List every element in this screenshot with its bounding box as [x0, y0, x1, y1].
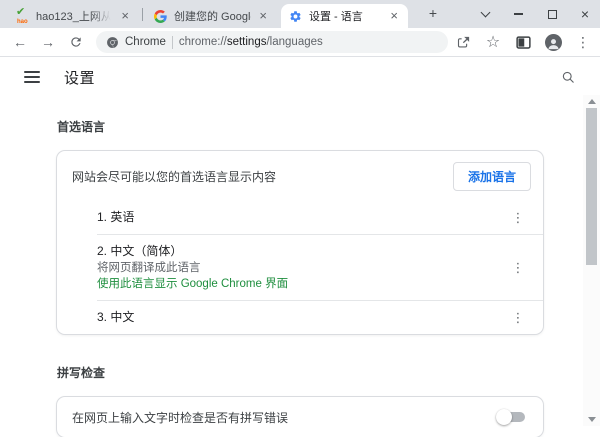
- languages-description: 网站会尽可能以您的首选语言显示内容: [72, 168, 453, 185]
- search-icon[interactable]: [556, 65, 580, 89]
- chrome-logo-icon: [106, 36, 119, 49]
- close-tab-icon[interactable]: ×: [119, 11, 131, 21]
- spellcheck-row: 在网页上输入文字时检查是否有拼写错误: [57, 397, 543, 437]
- translate-note: 将网页翻译成此语言: [97, 260, 509, 276]
- languages-card: 网站会尽可能以您的首选语言显示内容 添加语言 1. 英语 ⋮ 2. 中文（简体）…: [57, 151, 543, 334]
- menu-hamburger-icon[interactable]: [24, 71, 40, 83]
- page-scrollbar: [583, 95, 600, 426]
- scroll-down-arrow-icon[interactable]: [583, 413, 600, 425]
- window-maximize-button[interactable]: [537, 0, 567, 28]
- language-label: 2. 中文（简体）: [97, 243, 509, 260]
- forward-button[interactable]: →: [36, 30, 60, 54]
- browser-toolbar: ← → Chrome chrome://settings/languages ☆…: [0, 28, 600, 57]
- bookmark-star-icon[interactable]: ☆: [481, 30, 505, 54]
- languages-description-row: 网站会尽可能以您的首选语言显示内容 添加语言: [57, 151, 543, 201]
- back-button[interactable]: ←: [8, 30, 32, 54]
- languages-section-heading: 首选语言: [57, 118, 543, 135]
- reload-button[interactable]: [64, 30, 88, 54]
- window-close-button[interactable]: ×: [570, 0, 600, 28]
- window-minimize-button[interactable]: [503, 0, 533, 28]
- tab-title: 创建您的 Google 帐号: [174, 8, 251, 24]
- close-tab-icon[interactable]: ×: [257, 11, 269, 21]
- profile-avatar[interactable]: [541, 30, 565, 54]
- hao123-logo-icon: ✔ hao: [16, 9, 30, 23]
- share-icon[interactable]: [451, 30, 475, 54]
- spellcheck-card: 在网页上输入文字时检查是否有拼写错误: [57, 397, 543, 437]
- language-row-chinese: 3. 中文 ⋮: [57, 301, 543, 334]
- language-label: 3. 中文: [97, 309, 509, 326]
- language-row-chinese-simplified: 2. 中文（简体） 将网页翻译成此语言 使用此语言显示 Google Chrom…: [57, 235, 543, 300]
- address-bar[interactable]: Chrome chrome://settings/languages: [96, 31, 448, 53]
- site-label: Chrome: [125, 36, 166, 48]
- scrollbar-thumb[interactable]: [586, 108, 597, 265]
- spellcheck-section-heading: 拼写检查: [57, 364, 543, 381]
- language-label: 1. 英语: [97, 209, 509, 226]
- google-logo-icon: [154, 9, 168, 23]
- display-ui-language-link[interactable]: 使用此语言显示 Google Chrome 界面: [97, 276, 509, 293]
- tab-hao123[interactable]: ✔ hao hao123_上网从这里开 ×: [8, 3, 139, 28]
- close-tab-icon[interactable]: ×: [388, 11, 400, 21]
- new-tab-button[interactable]: +: [424, 5, 442, 23]
- spellcheck-toggle[interactable]: [499, 412, 525, 422]
- side-panel-icon[interactable]: [511, 30, 535, 54]
- url-text: chrome://settings/languages: [179, 36, 323, 48]
- language-more-menu-icon[interactable]: ⋮: [509, 310, 527, 326]
- add-language-button[interactable]: 添加语言: [453, 162, 531, 191]
- browser-window: { "tabstrip": { "tabs": [ { "title": "ha…: [0, 0, 600, 426]
- settings-gear-icon: [289, 9, 303, 23]
- language-more-menu-icon[interactable]: ⋮: [509, 260, 527, 276]
- tab-settings-languages[interactable]: 设置 - 语言 ×: [281, 4, 408, 28]
- omnibox-separator: [172, 36, 173, 49]
- settings-content: 首选语言 网站会尽可能以您的首选语言显示内容 添加语言 1. 英语 ⋮ 2. 中…: [57, 68, 543, 437]
- language-more-menu-icon[interactable]: ⋮: [509, 210, 527, 226]
- tab-title: 设置 - 语言: [309, 8, 382, 24]
- scroll-up-arrow-icon[interactable]: [583, 95, 600, 107]
- tab-separator: [142, 8, 143, 21]
- tab-google-account[interactable]: 创建您的 Google 帐号 ×: [146, 3, 277, 28]
- browser-menu-icon[interactable]: ⋮: [571, 30, 595, 54]
- language-row-english: 1. 英语 ⋮: [57, 201, 543, 234]
- tab-title: hao123_上网从这里开: [36, 8, 113, 24]
- tab-strip: ✔ hao hao123_上网从这里开 × 创建您的 Google 帐号 × 设…: [0, 0, 600, 28]
- toggle-knob: [496, 409, 512, 425]
- spellcheck-label: 在网页上输入文字时检查是否有拼写错误: [72, 409, 499, 426]
- tab-search-chevron-icon[interactable]: [470, 0, 500, 28]
